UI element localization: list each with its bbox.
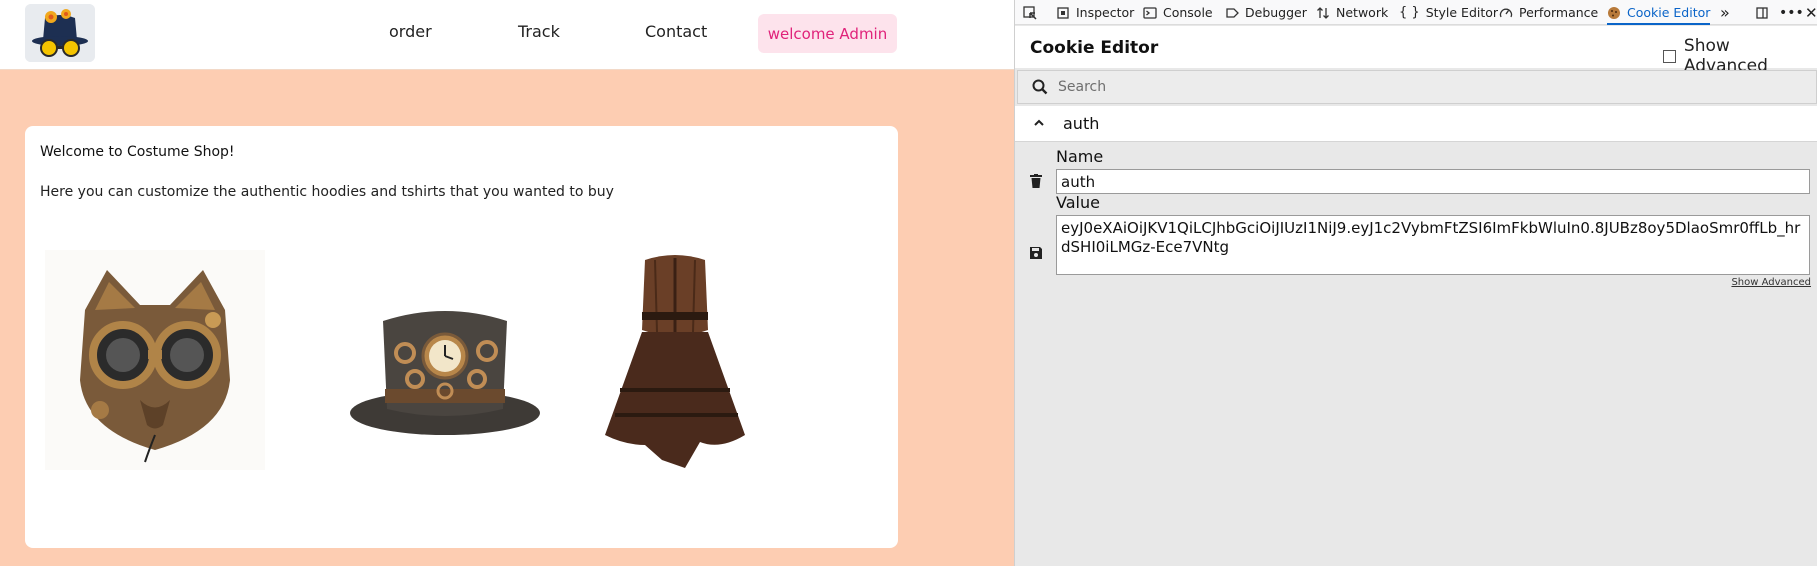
tab-label: Performance <box>1519 5 1599 20</box>
nav-track[interactable]: Track <box>518 22 560 41</box>
product-image-corset-dress[interactable] <box>600 250 750 470</box>
cookie-name-heading: auth <box>1063 114 1100 133</box>
card-title: Welcome to Costume Shop! <box>40 144 235 160</box>
product-image-cat-mask[interactable] <box>45 250 265 470</box>
devtools-panel: Inspector Console Debugger Network { } S… <box>1014 0 1817 566</box>
tab-performance[interactable]: Performance <box>1499 0 1598 25</box>
save-icon[interactable] <box>1030 247 1042 259</box>
site-header: order Track Contact welcome Admin <box>0 0 1014 70</box>
nav-order[interactable]: order <box>389 22 432 41</box>
chevron-up-icon[interactable] <box>1033 117 1045 129</box>
dock-icon[interactable] <box>1755 0 1769 25</box>
nav-welcome-admin[interactable]: welcome Admin <box>758 14 897 53</box>
search-icon <box>1032 79 1048 95</box>
more-tabs-chevron-icon[interactable]: » <box>1720 0 1730 25</box>
show-advanced-checkbox[interactable] <box>1663 49 1676 63</box>
debugger-icon <box>1226 7 1239 18</box>
menu-dots-icon[interactable]: ••• <box>1779 0 1804 25</box>
show-advanced-link[interactable]: Show Advanced <box>1731 277 1811 288</box>
search-bar <box>1017 70 1817 104</box>
devtools-toolbar: Inspector Console Debugger Network { } S… <box>1015 0 1817 25</box>
shop-website: order Track Contact welcome Admin Welcom… <box>0 0 1014 566</box>
tab-console[interactable]: Console <box>1143 0 1213 25</box>
delete-icon[interactable] <box>1030 174 1042 188</box>
inspector-icon <box>1057 6 1069 19</box>
value-label: Value <box>1056 193 1100 212</box>
cookie-icon <box>1608 6 1620 19</box>
tab-style-editor[interactable]: { } Style Editor <box>1399 0 1498 25</box>
tab-label: Inspector <box>1076 5 1135 20</box>
cookie-value-field[interactable]: eyJ0eXAiOiJKV1QiLCJhbGciOiJIUzI1NiJ9.eyJ… <box>1056 215 1810 275</box>
welcome-card: Welcome to Costume Shop! Here you can cu… <box>25 126 898 548</box>
style-editor-icon: { } <box>1399 5 1420 20</box>
console-icon <box>1143 6 1157 19</box>
tab-inspector[interactable]: Inspector <box>1056 0 1134 25</box>
cookie-details: Name Value eyJ0eXAiOiJKV1QiLCJhbGciOiJIU… <box>1015 143 1817 293</box>
tab-label: Style Editor <box>1425 5 1499 20</box>
cookie-row-header[interactable]: auth <box>1015 106 1817 142</box>
tab-label: Network <box>1336 5 1389 20</box>
cookie-editor-header: Cookie Editor Show Advanced <box>1015 26 1817 76</box>
product-image-top-hat[interactable] <box>345 301 545 441</box>
tab-label: Console <box>1163 5 1213 20</box>
cookie-editor-title: Cookie Editor <box>1030 38 1159 58</box>
nav-contact[interactable]: Contact <box>645 22 707 41</box>
cookie-name-field[interactable] <box>1056 169 1810 194</box>
search-input[interactable] <box>1058 71 1798 103</box>
tab-label: Debugger <box>1245 5 1307 20</box>
tab-debugger[interactable]: Debugger <box>1225 0 1307 25</box>
tab-label: Cookie Editor <box>1627 5 1711 20</box>
logo[interactable] <box>25 4 95 62</box>
card-description: Here you can customize the authentic hoo… <box>40 184 614 200</box>
name-label: Name <box>1056 147 1104 166</box>
tab-network[interactable]: Network <box>1316 0 1388 25</box>
tab-cookie-editor[interactable]: Cookie Editor <box>1607 0 1711 25</box>
network-icon <box>1317 6 1329 19</box>
performance-icon <box>1499 8 1513 17</box>
close-icon[interactable]: ✕ <box>1805 0 1817 25</box>
element-picker-icon[interactable] <box>1023 0 1037 25</box>
